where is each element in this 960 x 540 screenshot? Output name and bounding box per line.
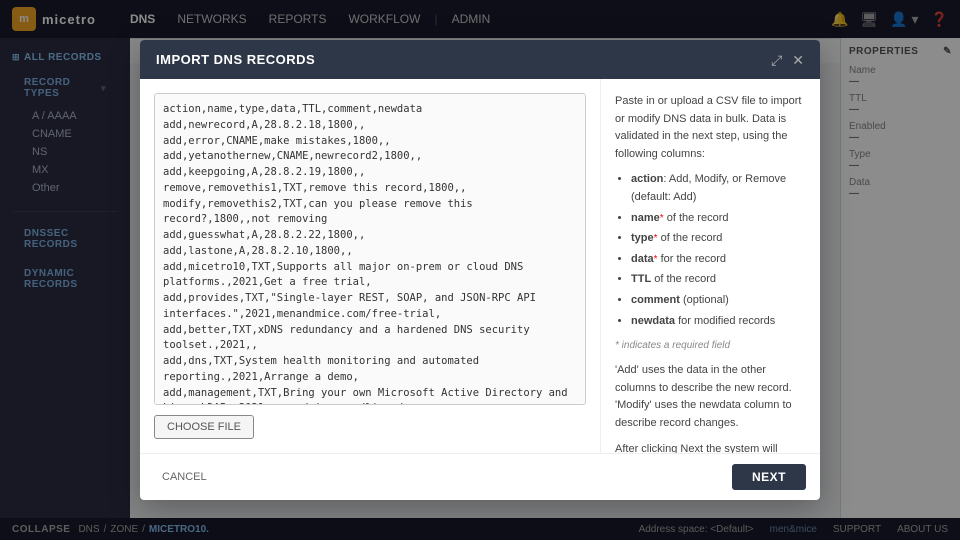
modal-title: IMPORT DNS RECORDS — [156, 52, 315, 67]
add-description: 'Add' uses the data in the other columns… — [615, 362, 806, 432]
expand-icon[interactable]: ⤢ — [771, 53, 782, 67]
import-dns-modal: IMPORT DNS RECORDS ⤢ ✕ action,name,type,… — [140, 40, 820, 500]
col-action: action: Add, Modify, or Remove (default:… — [631, 171, 806, 206]
col-name: name* of the record — [631, 210, 806, 228]
modal-left: action,name,type,data,TTL,comment,newdat… — [140, 79, 600, 453]
col-data: data* for the record — [631, 251, 806, 269]
modal-header-icons: ⤢ ✕ — [771, 53, 804, 67]
modal-body: action,name,type,data,TTL,comment,newdat… — [140, 79, 820, 453]
modal-header: IMPORT DNS RECORDS ⤢ ✕ — [140, 40, 820, 79]
modal-overlay: IMPORT DNS RECORDS ⤢ ✕ action,name,type,… — [0, 0, 960, 540]
required-note: * indicates a required field — [615, 338, 806, 354]
column-list: action: Add, Modify, or Remove (default:… — [615, 171, 806, 330]
close-icon[interactable]: ✕ — [792, 53, 804, 67]
col-comment: comment (optional) — [631, 292, 806, 310]
col-ttl: TTL of the record — [631, 271, 806, 289]
col-newdata: newdata for modified records — [631, 313, 806, 331]
col-type: type* of the record — [631, 230, 806, 248]
csv-textarea[interactable]: action,name,type,data,TTL,comment,newdat… — [154, 93, 586, 405]
modal-footer: CANCEL NEXT — [140, 453, 820, 500]
next-button[interactable]: NEXT — [732, 464, 806, 490]
modal-right: Paste in or upload a CSV file to import … — [600, 79, 820, 453]
after-description: After clicking Next the system will vali… — [615, 441, 806, 454]
choose-file-button[interactable]: CHOOSE FILE — [154, 415, 254, 439]
cancel-button[interactable]: CANCEL — [154, 466, 215, 488]
modal-intro-text: Paste in or upload a CSV file to import … — [615, 93, 806, 163]
